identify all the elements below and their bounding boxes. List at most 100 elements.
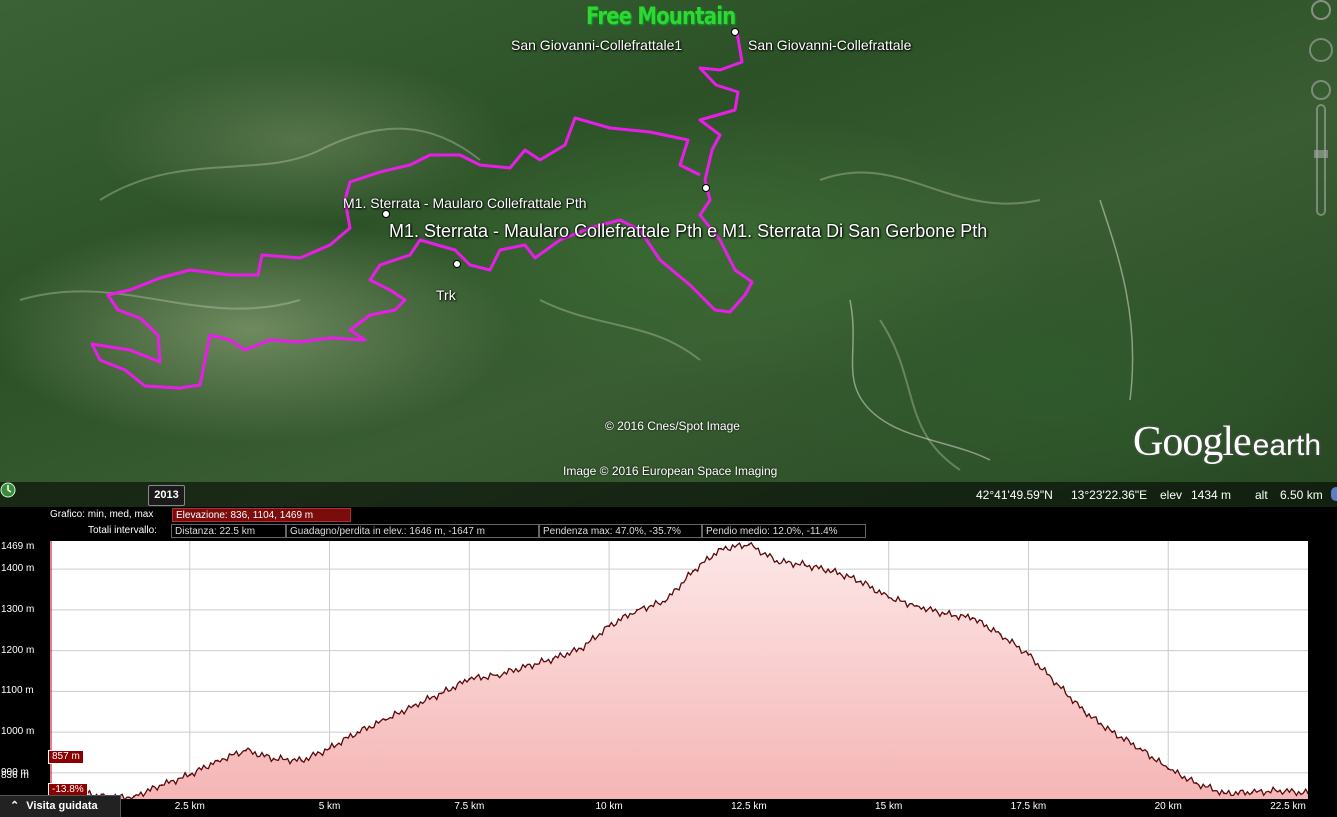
alt-value: 6.50 km	[1280, 488, 1323, 502]
y-tick-label: 1469 m	[1, 541, 35, 552]
y-tick-label: 1100 m	[1, 685, 34, 697]
elevation-point	[1195, 782, 1198, 785]
placemark-label-path2[interactable]: M1. Sterrata - Maularo Collefrattale Pth…	[389, 221, 987, 242]
elevation-point	[803, 564, 806, 567]
elevation-stats: Elevazione: 836, 1104, 1469 m	[172, 508, 351, 522]
elevation-point	[971, 617, 974, 620]
longitude-readout: 13°23'22.36"E	[1071, 488, 1148, 502]
elevation-point	[132, 795, 135, 798]
elevation-point	[747, 543, 750, 546]
x-tick-label: 15 km	[875, 801, 903, 812]
credit-imagery: Image © 2016 European Space Imaging	[563, 464, 778, 478]
y-tick-label: 1300 m	[1, 603, 35, 615]
status-bar: 2013 42°41'49.59"N 13°23'22.36"E elev 14…	[0, 482, 1337, 507]
google-earth-logo: Googleearth	[1133, 418, 1321, 466]
elevation-profile-panel[interactable]: Grafico: min, med, max Elevazione: 836, …	[0, 507, 1337, 816]
elev-label: elev	[1160, 488, 1183, 502]
elevation-point	[999, 633, 1002, 636]
y-tick-label: 1200 m	[1, 644, 35, 656]
elevation-point	[1223, 792, 1226, 795]
elevation-point	[552, 657, 555, 660]
marker-path2	[382, 210, 390, 218]
scroll-indicator-icon	[1331, 487, 1337, 501]
y-tick-label: 1000 m	[1, 726, 35, 738]
avg-slope-stat: Pendio medio: 12.0%, -11.4%	[702, 524, 866, 538]
elevation-point	[524, 665, 527, 668]
elevation-point	[1139, 747, 1142, 750]
x-tick-label: 17.5 km	[1010, 801, 1047, 812]
elevation-point	[664, 600, 667, 603]
map-view[interactable]: Free Mountain San Giovanni-Collefrattale…	[0, 0, 1337, 507]
elevation-point	[496, 674, 499, 677]
placemark-label-1[interactable]: San Giovanni-Collefrattale1	[511, 37, 682, 53]
latitude-readout: 42°41'49.59"N	[976, 488, 1053, 502]
distance-stat: Distanza: 22.5 km	[171, 524, 286, 538]
elevation-point	[440, 692, 443, 695]
gain-loss-stat: Guadagno/perdita in elev.: 1646 m, -1647…	[286, 524, 539, 538]
elevation-point	[188, 773, 191, 776]
y-tick-label: 836 m	[1, 770, 29, 781]
elevation-point	[831, 570, 834, 573]
look-joystick-icon	[1309, 38, 1333, 62]
guided-tour-button[interactable]: ⌃ Visita guidata	[0, 795, 121, 817]
chevron-up-icon: ⌃	[10, 800, 20, 812]
placemark-label-2[interactable]: San Giovanni-Collefrattale	[748, 37, 911, 53]
credit-cnes: © 2016 Cnes/Spot Image	[605, 419, 740, 433]
x-tick-label: 12.5 km	[731, 801, 767, 812]
x-tick-label: 22.5 km	[1270, 801, 1306, 812]
elevation-point	[244, 749, 247, 752]
elevation-point	[412, 704, 415, 707]
elevation-point	[328, 747, 331, 750]
x-tick-label: 7.5 km	[454, 801, 485, 812]
placemark-label-path1[interactable]: M1. Sterrata - Maularo Collefrattale Pth	[343, 195, 587, 211]
totals-label: Totali intervallo:	[88, 525, 157, 536]
elevation-chart[interactable]	[49, 541, 1309, 802]
elevation-point	[887, 596, 890, 599]
elevation-area	[50, 542, 1308, 800]
brand-title: Free Mountain	[586, 2, 736, 30]
elevation-point	[1083, 710, 1086, 713]
zoom-slider-handle	[1314, 150, 1328, 158]
elevation-point	[915, 604, 918, 607]
elevation-point	[580, 647, 583, 650]
elevation-point	[356, 731, 359, 734]
max-slope-stat: Pendenza max: 47.0%, -35.7%	[539, 524, 702, 538]
imagery-year-badge: 2013	[148, 485, 185, 506]
earth-wordmark: earth	[1252, 429, 1322, 462]
elev-value: 1434 m	[1191, 488, 1232, 502]
placemark-label-trk[interactable]: Trk	[436, 287, 456, 303]
y-tick-label: 1400 m	[1, 563, 35, 575]
elevation-chart-svg	[49, 541, 1309, 802]
zoom-slider	[1316, 104, 1326, 216]
elevation-point	[272, 757, 275, 760]
marker-trk	[453, 260, 461, 268]
elevation-point	[1251, 791, 1254, 794]
cursor-elevation-tag: 857 m	[48, 750, 84, 764]
x-tick-label: 10 km	[595, 801, 623, 812]
historical-imagery-clock-icon[interactable]	[0, 482, 16, 498]
elevation-point	[775, 559, 778, 562]
move-joystick-icon	[1311, 80, 1331, 100]
alt-label: alt	[1255, 488, 1268, 502]
elevation-point	[608, 625, 611, 628]
google-wordmark: Google	[1133, 419, 1252, 465]
elevation-point	[859, 580, 862, 583]
x-tick-label: 20 km	[1154, 801, 1182, 812]
navigation-controls[interactable]	[1305, 0, 1337, 230]
elevation-point	[719, 547, 722, 550]
elevation-point	[636, 608, 639, 611]
elevation-point	[300, 759, 303, 762]
elevation-point	[1279, 789, 1282, 792]
graph-mode-label: Grafico: min, med, max	[50, 509, 154, 520]
elevation-point	[1111, 731, 1114, 734]
elevation-point	[691, 570, 694, 573]
elevation-point	[216, 759, 219, 762]
elevation-point	[160, 784, 163, 787]
elevation-point	[943, 612, 946, 615]
elevation-point	[1167, 767, 1170, 770]
guided-tour-label: Visita guidata	[26, 800, 98, 812]
elevation-point	[468, 678, 471, 681]
marker-path1	[702, 184, 710, 192]
elevation-point	[384, 718, 387, 721]
elevation-point	[1055, 682, 1058, 685]
